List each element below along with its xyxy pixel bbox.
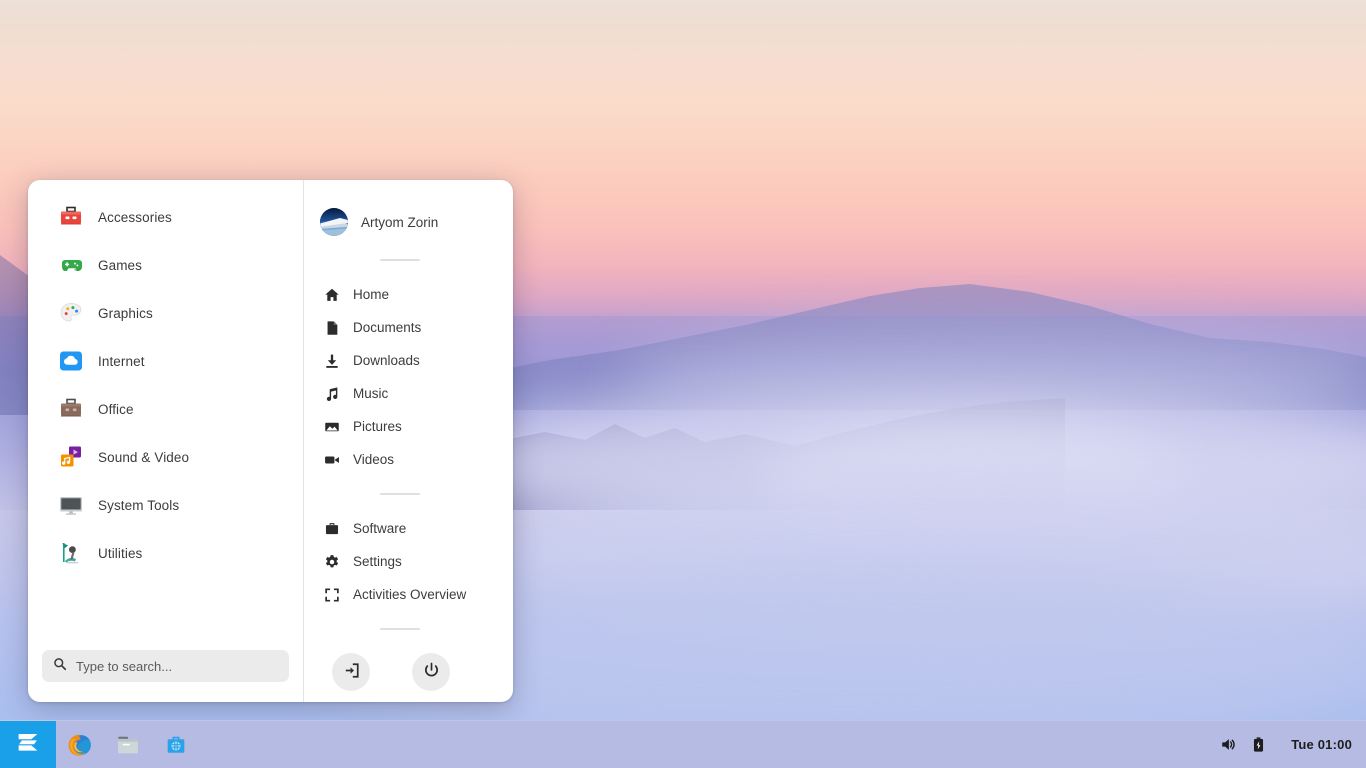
firefox-icon: [66, 731, 94, 759]
place-label: Videos: [353, 452, 394, 467]
place-label: Documents: [353, 320, 421, 335]
category-label: Internet: [98, 354, 145, 369]
video-camera-icon: [323, 451, 341, 469]
category-item-internet[interactable]: Internet: [28, 337, 303, 385]
category-item-office[interactable]: Office: [28, 385, 303, 433]
action-buttons: [304, 653, 513, 691]
place-label: Downloads: [353, 353, 420, 368]
search-input[interactable]: Type to search...: [42, 650, 289, 682]
category-item-graphics[interactable]: Graphics: [28, 289, 303, 337]
place-label: Home: [353, 287, 389, 302]
place-item-music[interactable]: Music: [304, 377, 513, 410]
category-label: System Tools: [98, 498, 179, 513]
menu-right-pane: Artyom Zorin Home Documents: [304, 180, 513, 702]
desktop[interactable]: Accessories Games: [0, 0, 1366, 768]
system-item-activities-overview[interactable]: Activities Overview: [304, 578, 513, 611]
volume-icon[interactable]: [1213, 721, 1243, 768]
place-item-videos[interactable]: Videos: [304, 443, 513, 476]
category-item-utilities[interactable]: Utilities: [28, 529, 303, 577]
home-icon: [323, 286, 341, 304]
music-video-icon: [58, 444, 84, 470]
category-label: Office: [98, 402, 134, 417]
zorin-logo-icon: [13, 727, 43, 762]
menu-divider: [380, 259, 420, 261]
category-item-accessories[interactable]: Accessories: [28, 193, 303, 241]
system-tray: Tue 01:00: [1213, 721, 1366, 768]
category-label: Games: [98, 258, 142, 273]
place-label: Pictures: [353, 419, 402, 434]
activities-overview-icon: [323, 586, 341, 604]
log-out-button[interactable]: [332, 653, 370, 691]
taskbar[interactable]: Tue 01:00: [0, 720, 1366, 768]
menu-divider: [380, 628, 420, 630]
briefcase-icon: [58, 396, 84, 422]
taskbar-app-software-store[interactable]: [152, 721, 200, 768]
place-label: Music: [353, 386, 388, 401]
system-label: Software: [353, 521, 406, 536]
software-store-icon: [162, 731, 190, 759]
search-placeholder-text: Type to search...: [76, 659, 172, 674]
palette-icon: [58, 300, 84, 326]
monitor-icon: [58, 492, 84, 518]
start-menu-button[interactable]: [0, 721, 56, 768]
menu-left-pane: Accessories Games: [28, 180, 304, 702]
software-bag-icon: [323, 520, 341, 538]
taskbar-app-firefox[interactable]: [56, 721, 104, 768]
category-item-system-tools[interactable]: System Tools: [28, 481, 303, 529]
places-list: Home Documents D: [304, 278, 513, 476]
category-label: Utilities: [98, 546, 142, 561]
place-item-downloads[interactable]: Downloads: [304, 344, 513, 377]
clock[interactable]: Tue 01:00: [1291, 737, 1352, 752]
cloud-icon: [58, 348, 84, 374]
category-label: Accessories: [98, 210, 172, 225]
category-label: Sound & Video: [98, 450, 189, 465]
download-icon: [323, 352, 341, 370]
system-list: Software Settings: [304, 512, 513, 611]
place-item-home[interactable]: Home: [304, 278, 513, 311]
category-item-games[interactable]: Games: [28, 241, 303, 289]
place-item-documents[interactable]: Documents: [304, 311, 513, 344]
system-item-settings[interactable]: Settings: [304, 545, 513, 578]
logout-icon: [343, 662, 360, 682]
file-manager-icon: [114, 731, 142, 759]
place-item-pictures[interactable]: Pictures: [304, 410, 513, 443]
utilities-icon: [58, 540, 84, 566]
battery-charging-icon[interactable]: [1243, 721, 1273, 768]
gamepad-icon: [58, 252, 84, 278]
search-container: Type to search...: [28, 650, 303, 702]
system-item-software[interactable]: Software: [304, 512, 513, 545]
user-account-row[interactable]: Artyom Zorin: [304, 202, 513, 242]
menu-divider: [380, 493, 420, 495]
toolbox-icon: [58, 204, 84, 230]
avatar: [320, 208, 348, 236]
category-list: Accessories Games: [28, 180, 303, 650]
category-label: Graphics: [98, 306, 153, 321]
system-label: Activities Overview: [353, 587, 466, 602]
music-note-icon: [323, 385, 341, 403]
power-button[interactable]: [412, 653, 450, 691]
power-icon: [423, 662, 440, 682]
application-menu-popup[interactable]: Accessories Games: [28, 180, 513, 702]
user-name-label: Artyom Zorin: [361, 215, 438, 230]
search-icon: [53, 657, 67, 676]
picture-icon: [323, 418, 341, 436]
document-icon: [323, 319, 341, 337]
system-label: Settings: [353, 554, 402, 569]
gear-icon: [323, 553, 341, 571]
category-item-sound-and-video[interactable]: Sound & Video: [28, 433, 303, 481]
taskbar-app-files[interactable]: [104, 721, 152, 768]
